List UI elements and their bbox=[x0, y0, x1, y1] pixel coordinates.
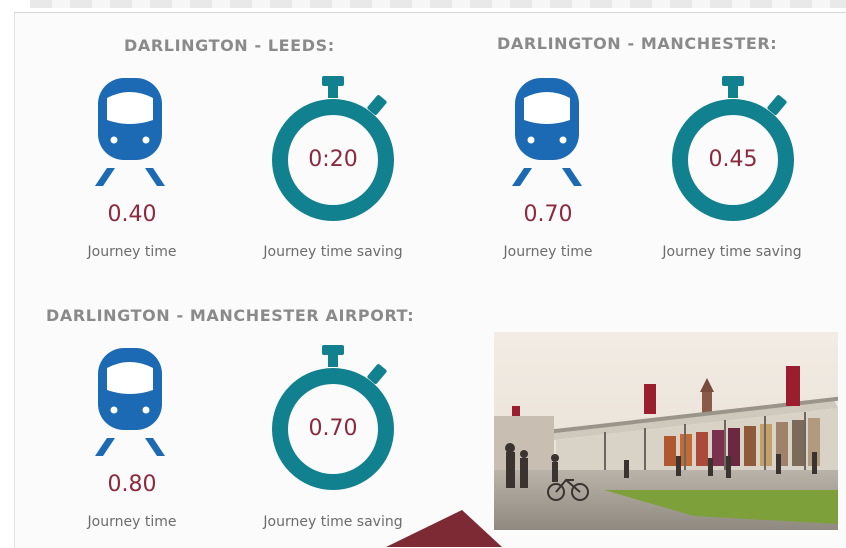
section-title-leeds: DARLINGTON - LEEDS: bbox=[124, 36, 335, 55]
journey-time-value: 0.80 bbox=[107, 472, 157, 497]
journey-time-saving-value: 0.70 bbox=[308, 416, 358, 441]
journey-time-label: Journey time bbox=[87, 514, 177, 530]
journey-time-label: Journey time bbox=[503, 244, 593, 260]
station-rendering-image bbox=[494, 332, 838, 530]
journey-time-value: 0.70 bbox=[523, 202, 573, 227]
decorative-triangle bbox=[386, 510, 502, 547]
journey-time-saving-label: Journey time saving bbox=[263, 244, 403, 260]
journey-time-value: 0.40 bbox=[107, 202, 157, 227]
section-title-manchester: DARLINGTON - MANCHESTER: bbox=[497, 34, 778, 53]
train-front-icon bbox=[95, 78, 165, 186]
train-front-icon bbox=[512, 78, 582, 186]
top-decorative-band bbox=[30, 0, 846, 8]
journey-time-label: Journey time bbox=[87, 244, 177, 260]
journey-time-saving-value: 0.45 bbox=[708, 147, 758, 172]
journey-time-saving-label: Journey time saving bbox=[662, 244, 802, 260]
journey-time-saving-value: 0:20 bbox=[308, 147, 358, 172]
train-front-icon bbox=[95, 348, 165, 456]
section-title-manchester-airport: DARLINGTON - MANCHESTER AIRPORT: bbox=[46, 306, 415, 325]
